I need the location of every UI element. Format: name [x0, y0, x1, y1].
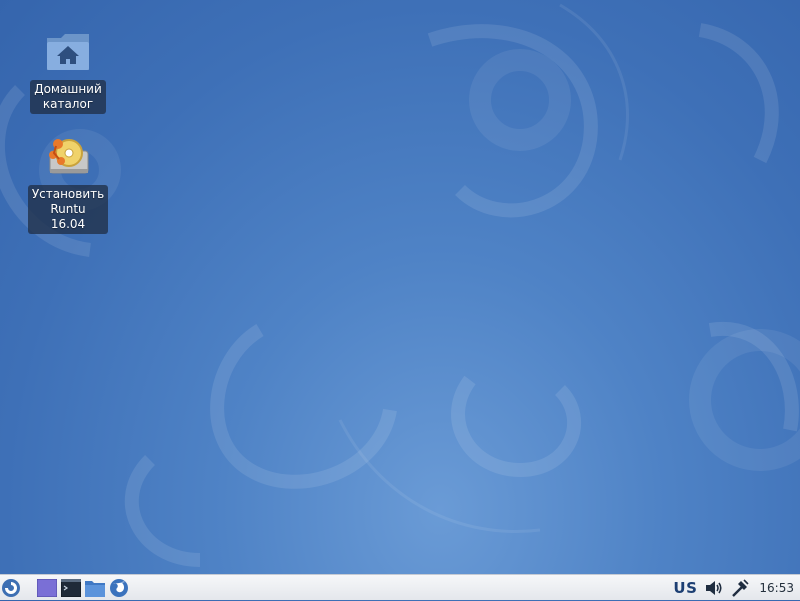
desktop-icon-label: Установить Runtu 16.04: [27, 185, 109, 234]
workspace-icon[interactable]: [36, 577, 58, 599]
system-tray: US 16:53: [673, 575, 800, 601]
installer-icon: [44, 133, 92, 181]
menu-swirl-icon[interactable]: [0, 577, 22, 599]
file-manager-icon[interactable]: [84, 577, 106, 599]
terminal-icon[interactable]: [60, 577, 82, 599]
desktop-icon-label: Домашний каталог: [30, 80, 106, 114]
keyboard-layout-indicator[interactable]: US: [673, 579, 697, 597]
taskbar-panel: US 16:53: [0, 574, 800, 600]
launcher-area: [0, 575, 132, 601]
clock[interactable]: 16:53: [759, 581, 794, 595]
desktop-icon-home[interactable]: Домашний каталог: [29, 28, 107, 114]
home-folder-icon: [44, 28, 92, 76]
volume-icon[interactable]: [703, 577, 725, 599]
wallpaper: [0, 3, 800, 567]
desktop-icon-installer[interactable]: Установить Runtu 16.04: [27, 133, 109, 234]
network-icon[interactable]: [729, 577, 751, 599]
web-browser-icon[interactable]: [108, 577, 130, 599]
